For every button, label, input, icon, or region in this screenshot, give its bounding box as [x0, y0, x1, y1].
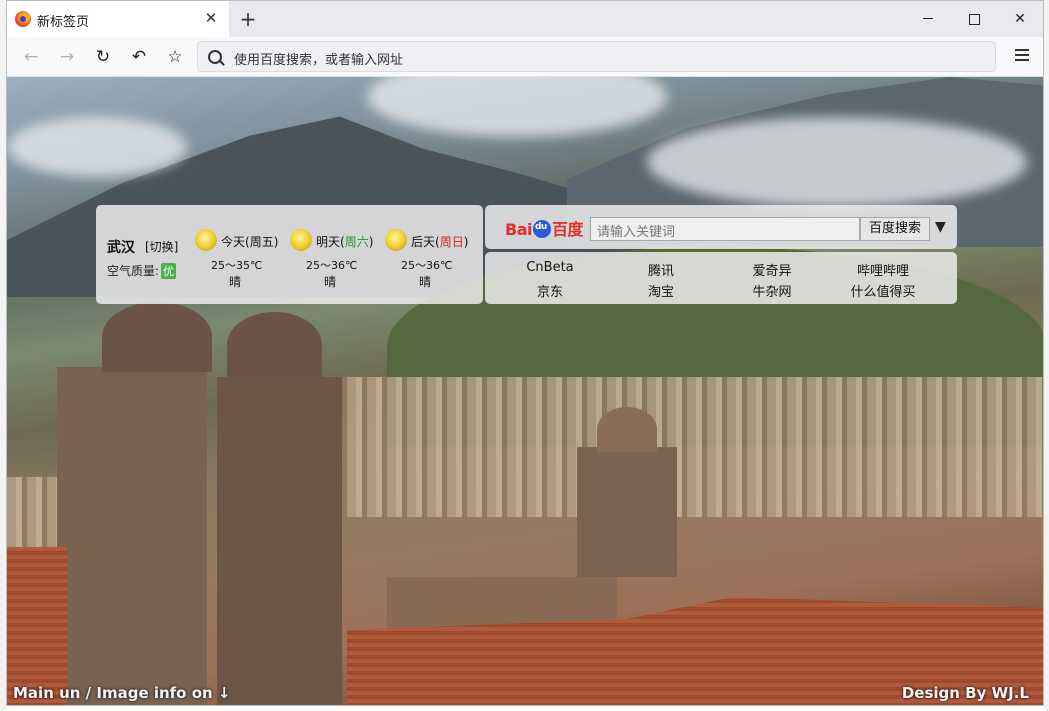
tab-strip: 新标签页 ✕ + ✕: [7, 1, 1043, 37]
background-cathedral-tower: [57, 367, 207, 705]
sunny-icon: [195, 229, 217, 251]
background-roofs-left: [7, 547, 67, 705]
air-quality-badge: 优: [161, 263, 177, 279]
weather-temp: 25～35℃: [211, 259, 263, 272]
background-dome: [227, 312, 322, 377]
background-cloud: [647, 117, 1027, 207]
quick-link[interactable]: 淘宝: [606, 281, 716, 300]
background-town: [327, 377, 1043, 517]
hamburger-icon-line: [1015, 54, 1029, 56]
weather-day-name: 后天: [411, 235, 436, 249]
new-tab-page: 武汉 [切换] 空气质量: 优 今天(周五) 25～35℃ 晴 明天(周六) 25…: [7, 77, 1043, 705]
window-close-button[interactable]: ✕: [997, 1, 1043, 37]
baidu-logo[interactable]: Bai 百度: [505, 216, 584, 240]
tab-new-tab[interactable]: 新标签页 ✕: [7, 1, 229, 37]
sunny-icon: [385, 229, 407, 251]
weather-day-after-tomorrow: 后天(周日) 25～36℃ 晴: [385, 227, 477, 297]
search-engine-dropdown[interactable]: ▼: [935, 219, 946, 235]
browser-window: 新标签页 ✕ + ✕ ← → ↻ ↶ ☆ 使用百度搜索，或者输入网址 武汉 [切…: [6, 0, 1044, 706]
weather-temp: 25～36℃: [306, 259, 358, 272]
minimize-button[interactable]: [905, 1, 951, 37]
air-quality: 空气质量: 优: [107, 262, 177, 279]
quick-link[interactable]: 什么值得买: [828, 281, 938, 300]
undo-arrow-icon: ↶: [131, 47, 147, 67]
weather-temp: 25～36℃: [401, 259, 453, 272]
search-input[interactable]: 请输入关键词: [590, 217, 860, 241]
quick-link[interactable]: 哔哩哔哩: [828, 260, 938, 279]
address-bar-placeholder: 使用百度搜索，或者输入网址: [234, 53, 404, 68]
arrow-left-icon: ←: [23, 47, 39, 67]
weather-condition: 晴: [229, 275, 242, 289]
quick-link[interactable]: 京东: [495, 281, 605, 300]
app-menu-button[interactable]: [1015, 49, 1029, 61]
firefox-icon: [15, 11, 31, 27]
weather-weekday: 周日: [439, 235, 464, 249]
quick-link[interactable]: 爱奇异: [717, 260, 827, 279]
design-credit: Design By WJ.L: [901, 684, 1029, 702]
weather-day-label: 明天(周六): [316, 235, 374, 249]
background-desktop-right: [1044, 0, 1049, 711]
weather-switch-city-link[interactable]: [切换]: [145, 238, 178, 255]
tab-close-button[interactable]: ✕: [201, 8, 221, 28]
undo-close-tab-button[interactable]: ↶: [125, 43, 153, 71]
hamburger-icon: [1015, 49, 1029, 51]
navigation-toolbar: ← → ↻ ↶ ☆ 使用百度搜索，或者输入网址: [7, 37, 1043, 77]
bookmark-star-button[interactable]: ☆: [161, 43, 189, 71]
air-quality-label: 空气质量:: [107, 264, 160, 278]
search-widget: Bai 百度 请输入关键词 百度搜索 ▼: [485, 205, 957, 249]
background-dome: [597, 407, 657, 452]
star-icon: ☆: [167, 47, 183, 67]
back-button[interactable]: ←: [17, 43, 45, 71]
weather-day-name: 今天: [221, 235, 246, 249]
weather-day-tomorrow: 明天(周六) 25～36℃ 晴: [290, 227, 382, 297]
weather-condition: 晴: [419, 275, 432, 289]
minimize-icon: [923, 18, 933, 19]
reload-button[interactable]: ↻: [89, 43, 117, 71]
quick-link[interactable]: 腾讯: [606, 260, 716, 279]
quick-links: CnBeta 腾讯 爱奇异 哔哩哔哩 京东 淘宝 牛杂网 什么值得买: [485, 252, 957, 304]
weather-day-label: 今天(周五): [221, 235, 279, 249]
image-info-toggle[interactable]: Main un / Image info on ↓: [13, 684, 231, 702]
background-church-tower: [577, 447, 677, 577]
weather-day-today: 今天(周五) 25～35℃ 晴: [195, 227, 287, 297]
weather-city: 武汉: [107, 240, 135, 256]
close-icon: ✕: [1014, 11, 1026, 27]
address-bar[interactable]: 使用百度搜索，或者输入网址: [197, 41, 996, 72]
background-cathedral-tower: [217, 377, 342, 705]
weather-day-label: 后天(周日): [411, 235, 469, 249]
baidu-logo-text: Bai: [505, 220, 532, 239]
quick-link[interactable]: CnBeta: [495, 260, 605, 275]
tab-title: 新标签页: [37, 15, 90, 30]
quick-link[interactable]: 牛杂网: [717, 281, 827, 300]
weather-weekday: 周六: [344, 235, 369, 249]
baidu-logo-text-cn: 百度: [551, 220, 584, 239]
weather-widget: 武汉 [切换] 空气质量: 优 今天(周五) 25～35℃ 晴 明天(周六) 25…: [96, 205, 483, 304]
new-tab-button[interactable]: +: [236, 7, 260, 31]
weather-condition: 晴: [324, 275, 337, 289]
search-icon: [208, 50, 222, 64]
forward-button[interactable]: →: [53, 43, 81, 71]
sunny-icon: [290, 229, 312, 251]
arrow-right-icon: →: [59, 47, 75, 67]
background-dome: [102, 302, 212, 372]
background-cloud: [367, 77, 667, 137]
baidu-search-button[interactable]: 百度搜索: [860, 217, 930, 241]
weather-day-name: 明天: [316, 235, 341, 249]
weather-weekday: 周五: [249, 235, 274, 249]
baidu-paw-icon: [532, 220, 551, 238]
hamburger-icon-line: [1015, 59, 1029, 61]
maximize-icon: [969, 14, 980, 25]
maximize-button[interactable]: [951, 1, 997, 37]
reload-icon: ↻: [95, 47, 111, 67]
background-cloud: [7, 117, 187, 177]
